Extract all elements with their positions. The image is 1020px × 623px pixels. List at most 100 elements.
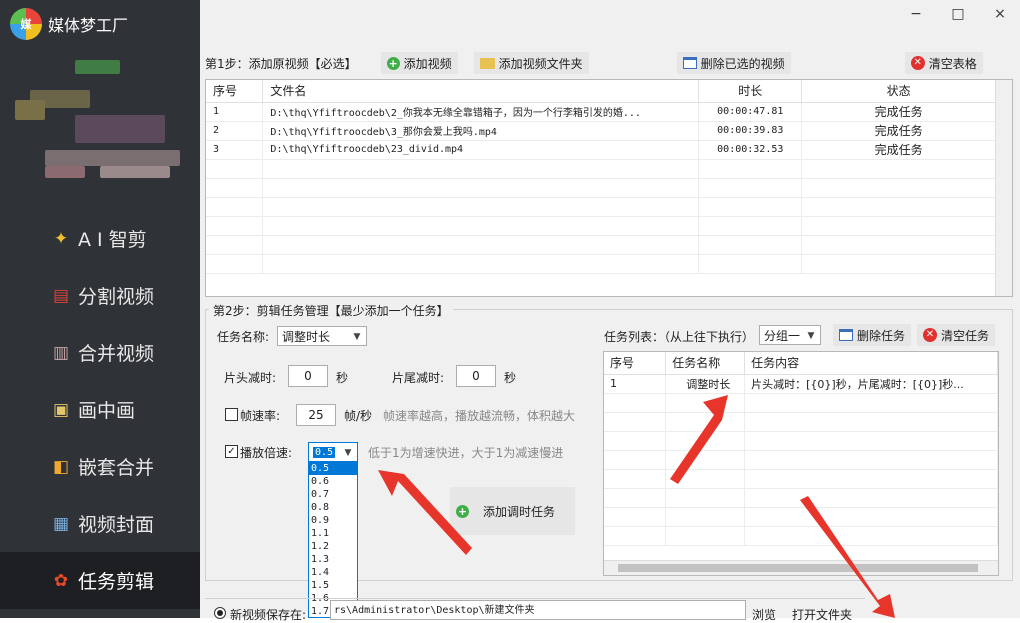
maximize-icon[interactable]: □ bbox=[948, 6, 968, 22]
table-row bbox=[604, 507, 998, 527]
speed-option[interactable]: 0.9 bbox=[309, 514, 357, 527]
nav-label: 画中画 bbox=[78, 400, 136, 422]
button-label: 添加调时任务 bbox=[483, 504, 556, 519]
task-table[interactable]: 序号 任务名称 任务内容 1 调整时长 片头减时：[{0}]秒，片尾减时：[{0… bbox=[603, 351, 999, 576]
select-value: 分组一 bbox=[764, 328, 801, 343]
button-label: 删除任务 bbox=[857, 328, 906, 343]
task-name-select[interactable]: 调整时长 ▼ bbox=[277, 326, 367, 346]
table-row[interactable]: 1 D:\thq\Yfiftroocdeb\2_你我本无缘全靠错箱子，因为一个行李… bbox=[206, 102, 996, 122]
button-label: 添加视频文件夹 bbox=[498, 56, 583, 71]
nav-merge-video[interactable]: ▥ 合并视频 bbox=[0, 324, 200, 381]
head-cut-input[interactable]: 0 bbox=[288, 365, 328, 387]
speed-select[interactable]: 0.5 ▼ bbox=[308, 442, 358, 462]
tail-cut-label: 片尾减时: bbox=[392, 371, 445, 385]
nav-label: A I 智剪 bbox=[78, 229, 147, 251]
save-location-radio[interactable] bbox=[214, 607, 226, 619]
ai-wand-icon: ✦ bbox=[53, 228, 69, 249]
step1-toolbar: 第1步：添加原视频【必选】 + 添加视频 添加视频文件夹 删除已选的视频 ✕ 清空表… bbox=[205, 52, 1013, 74]
clear-table-button[interactable]: ✕ 清空表格 bbox=[904, 52, 983, 74]
column-header[interactable]: 状态 bbox=[801, 80, 996, 103]
add-video-button[interactable]: + 添加视频 bbox=[380, 52, 458, 74]
cell-task-content: 片头减时：[{0}]秒，片尾减时：[{0}]秒... bbox=[744, 374, 998, 394]
task-name-label: 任务名称: bbox=[217, 330, 270, 344]
window-delete-icon bbox=[839, 329, 853, 341]
app-logo-icon: 媒 bbox=[10, 8, 42, 40]
vertical-scrollbar[interactable] bbox=[995, 80, 1012, 296]
clear-x-icon: ✕ bbox=[910, 56, 925, 70]
speed-option[interactable]: 1.3 bbox=[309, 553, 357, 566]
nav-ai-cut[interactable]: ✦ A I 智剪 bbox=[0, 210, 200, 267]
cell-index: 2 bbox=[206, 121, 264, 141]
speed-hint: 低于1为增速快进，大于1为减速慢进 bbox=[368, 446, 564, 460]
nav-task-edit[interactable]: ✿ 任务剪辑 bbox=[0, 552, 200, 609]
scrollbar-thumb[interactable] bbox=[618, 564, 978, 572]
open-folder-button[interactable]: 打开文件夹 bbox=[792, 606, 852, 623]
column-header[interactable]: 序号 bbox=[604, 352, 667, 375]
browse-button[interactable]: 浏览 bbox=[752, 606, 776, 623]
nav-label: 嵌套合并 bbox=[78, 457, 155, 479]
save-location-label: 新视频保存在: bbox=[230, 608, 307, 622]
nav-video-cover[interactable]: ▦ 视频封面 bbox=[0, 495, 200, 552]
nav-picture-in-picture[interactable]: ▣ 画中画 bbox=[0, 381, 200, 438]
speed-option[interactable]: 0.7 bbox=[309, 488, 357, 501]
merge-icon: ▥ bbox=[52, 342, 70, 363]
table-row[interactable]: 2 D:\thq\Yfiftroocdeb\3_那你会爱上我吗.mp4 00:00:… bbox=[206, 121, 996, 141]
cell-duration: 00:00:47.81 bbox=[698, 102, 803, 122]
speed-option[interactable]: 1.1 bbox=[309, 527, 357, 540]
horizontal-scrollbar[interactable] bbox=[604, 560, 998, 575]
table-row bbox=[206, 197, 996, 217]
group-select[interactable]: 分组一 ▼ bbox=[759, 325, 821, 345]
framerate-hint: 帧速率越高，播放越流畅，体积越大 bbox=[383, 409, 576, 423]
table-header: 序号 任务名称 任务内容 bbox=[604, 352, 998, 375]
output-path-field[interactable]: rs\Administrator\Desktop\新建文件夹 bbox=[330, 600, 746, 620]
cell-status: 完成任务 bbox=[801, 102, 996, 122]
blurred-profile-area bbox=[15, 55, 185, 195]
add-folder-button[interactable]: 添加视频文件夹 bbox=[473, 52, 589, 74]
nav-label: 合并视频 bbox=[78, 343, 155, 365]
minimize-icon[interactable]: − bbox=[906, 6, 926, 22]
nest-merge-icon: ◧ bbox=[52, 456, 70, 477]
table-row bbox=[604, 450, 998, 470]
column-header[interactable]: 任务内容 bbox=[744, 352, 998, 375]
delete-task-button[interactable]: 删除任务 bbox=[833, 324, 912, 346]
column-header[interactable]: 文件名 bbox=[262, 80, 700, 103]
cover-image-icon: ▦ bbox=[52, 513, 70, 534]
tail-cut-input[interactable]: 0 bbox=[456, 365, 496, 387]
plus-icon: + bbox=[456, 504, 469, 518]
table-row[interactable]: 3 D:\thq\Yfiftroocdeb\23_divid.mp4 00:00:3… bbox=[206, 140, 996, 160]
head-cut-label: 片头减时: bbox=[224, 371, 277, 385]
column-header[interactable]: 序号 bbox=[206, 80, 264, 103]
column-header[interactable]: 任务名称 bbox=[665, 352, 746, 375]
cell-duration: 00:00:39.83 bbox=[698, 121, 803, 141]
speed-option[interactable]: 1.4 bbox=[309, 566, 357, 579]
framerate-unit: 帧/秒 bbox=[344, 409, 373, 423]
table-row[interactable]: 1 调整时长 片头减时：[{0}]秒，片尾减时：[{0}]秒... bbox=[604, 374, 998, 394]
nav-split-video[interactable]: ▤ 分割视频 bbox=[0, 267, 200, 324]
table-row bbox=[604, 412, 998, 432]
clear-tasks-button[interactable]: ✕ 清空任务 bbox=[917, 324, 996, 346]
add-speed-task-button[interactable]: + 添加调时任务 bbox=[450, 487, 575, 535]
speed-dropdown-list[interactable]: 0.5 0.6 0.7 0.8 0.9 1.1 1.2 1.3 1.4 1.5 … bbox=[308, 461, 358, 618]
speed-option[interactable]: 0.6 bbox=[309, 475, 357, 488]
speed-checkbox[interactable]: ✓ bbox=[225, 445, 238, 458]
chevron-down-icon: ▼ bbox=[807, 331, 815, 341]
speed-option[interactable]: 0.5 bbox=[309, 462, 357, 475]
speed-option[interactable]: 1.5 bbox=[309, 579, 357, 592]
cell-filename: D:\thq\Yfiftroocdeb\3_那你会爱上我吗.mp4 bbox=[262, 121, 700, 141]
button-label: 清空任务 bbox=[941, 328, 990, 343]
button-label: 删除已选的视频 bbox=[700, 56, 785, 71]
framerate-checkbox[interactable] bbox=[225, 408, 238, 421]
speed-option[interactable]: 1.2 bbox=[309, 540, 357, 553]
video-table[interactable]: 序号 文件名 时长 状态 1 D:\thq\Yfiftroocdeb\2_你我本无… bbox=[205, 79, 1013, 297]
close-icon[interactable]: × bbox=[990, 6, 1010, 22]
framerate-input[interactable]: 25 bbox=[296, 404, 336, 426]
flower-gear-icon: ✿ bbox=[53, 570, 69, 591]
table-row bbox=[206, 254, 996, 274]
nav-nest-merge[interactable]: ◧ 嵌套合并 bbox=[0, 438, 200, 495]
table-row bbox=[604, 431, 998, 451]
delete-selected-button[interactable]: 删除已选的视频 bbox=[676, 52, 791, 74]
select-value: 调整时长 bbox=[282, 329, 331, 344]
speed-option[interactable]: 0.8 bbox=[309, 501, 357, 514]
column-header[interactable]: 时长 bbox=[698, 80, 803, 103]
app-name: 媒体梦工厂 bbox=[48, 16, 129, 35]
